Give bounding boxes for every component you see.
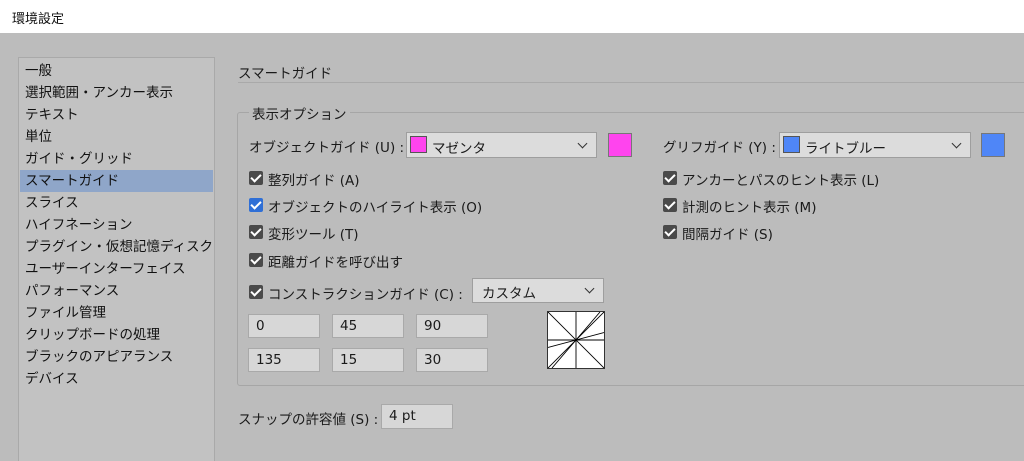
measurement-labels-label: 計測のヒント表示 (M)	[682, 200, 817, 216]
sidebar-item-slices[interactable]: スライス	[20, 192, 213, 214]
section-title: スマートガイド	[238, 66, 333, 82]
snap-tolerance-label: スナップの許容値 (S) :	[238, 412, 379, 428]
sidebar-item-general[interactable]: 一般	[20, 60, 213, 82]
anchor-path-labels-checkbox[interactable]	[663, 171, 677, 185]
spacing-guides-checkbox[interactable]	[663, 225, 677, 239]
sidebar-item-text[interactable]: テキスト	[20, 104, 213, 126]
measurement-labels-checkbox[interactable]	[663, 198, 677, 212]
glyph-guide-color-swatch[interactable]	[981, 133, 1005, 157]
distance-guides-checkbox[interactable]	[249, 253, 263, 267]
sidebar-item-guides-grid[interactable]: ガイド・グリッド	[20, 148, 213, 170]
snap-tolerance-input[interactable]: 4 pt	[381, 404, 453, 429]
title-bar: 環境設定	[0, 0, 1024, 33]
object-guide-color-swatch[interactable]	[608, 133, 632, 157]
construction-angle-preview	[547, 311, 605, 369]
anchor-path-labels-label: アンカーとパスのヒント表示 (L)	[682, 173, 880, 189]
sidebar-item-user-interface[interactable]: ユーザーインターフェイス	[20, 258, 213, 280]
angle-field-4[interactable]: 135	[248, 348, 320, 372]
angle-field-2[interactable]: 45	[332, 314, 404, 338]
construction-guides-checkbox[interactable]	[249, 285, 263, 299]
alignment-guides-label: 整列ガイド (A)	[268, 173, 360, 189]
chevron-down-icon	[584, 283, 595, 294]
object-highlighting-checkbox[interactable]	[249, 198, 263, 212]
angle-rays-icon	[547, 311, 605, 369]
object-guide-color-value: マゼンタ	[432, 141, 486, 157]
construction-guides-value: カスタム	[482, 286, 536, 302]
sidebar-item-performance[interactable]: パフォーマンス	[20, 280, 213, 302]
glyph-guide-label: グリフガイド (Y) :	[663, 140, 776, 156]
glyph-guide-color-value: ライトブルー	[805, 141, 886, 157]
angle-field-5[interactable]: 15	[332, 348, 404, 372]
sidebar-item-selection-anchor[interactable]: 選択範囲・アンカー表示	[20, 82, 213, 104]
sidebar-item-file-handling[interactable]: ファイル管理	[20, 302, 213, 324]
construction-guides-label: コンストラクションガイド (C) :	[268, 287, 463, 303]
distance-guides-label: 距離ガイドを呼び出す	[268, 255, 403, 271]
chevron-down-icon	[577, 138, 588, 149]
window-title: 環境設定	[12, 12, 65, 27]
construction-guides-dropdown[interactable]: カスタム	[472, 278, 604, 303]
display-options-title: 表示オプション	[249, 103, 350, 123]
object-guide-color-dropdown[interactable]: マゼンタ	[406, 132, 597, 158]
chevron-down-icon	[951, 138, 962, 149]
sidebar-item-black-appearance[interactable]: ブラックのアピアランス	[20, 346, 213, 368]
object-guide-label: オブジェクトガイド (U) :	[249, 140, 405, 156]
sidebar-item-devices[interactable]: デバイス	[20, 368, 213, 390]
angle-field-1[interactable]: 0	[248, 314, 320, 338]
transform-tools-checkbox[interactable]	[249, 225, 263, 239]
spacing-guides-label: 間隔ガイド (S)	[682, 227, 773, 243]
transform-tools-label: 変形ツール (T)	[268, 227, 359, 243]
section-divider	[238, 82, 1024, 83]
sidebar-item-clipboard[interactable]: クリップボードの処理	[20, 324, 213, 346]
glyph-guide-color-chip	[783, 136, 800, 153]
angle-field-6[interactable]: 30	[416, 348, 488, 372]
glyph-guide-color-dropdown[interactable]: ライトブルー	[779, 132, 971, 158]
preferences-sidebar: 一般 選択範囲・アンカー表示 テキスト 単位 ガイド・グリッド スマートガイド …	[18, 57, 215, 461]
sidebar-item-units[interactable]: 単位	[20, 126, 213, 148]
sidebar-item-plugins-scratch-disks[interactable]: プラグイン・仮想記憶ディスク	[20, 236, 213, 258]
object-highlighting-label: オブジェクトのハイライト表示 (O)	[268, 200, 483, 216]
alignment-guides-checkbox[interactable]	[249, 171, 263, 185]
object-guide-color-chip	[410, 136, 427, 153]
angle-field-3[interactable]: 90	[416, 314, 488, 338]
sidebar-item-hyphenation[interactable]: ハイフネーション	[20, 214, 213, 236]
sidebar-item-smart-guides[interactable]: スマートガイド	[20, 170, 213, 192]
